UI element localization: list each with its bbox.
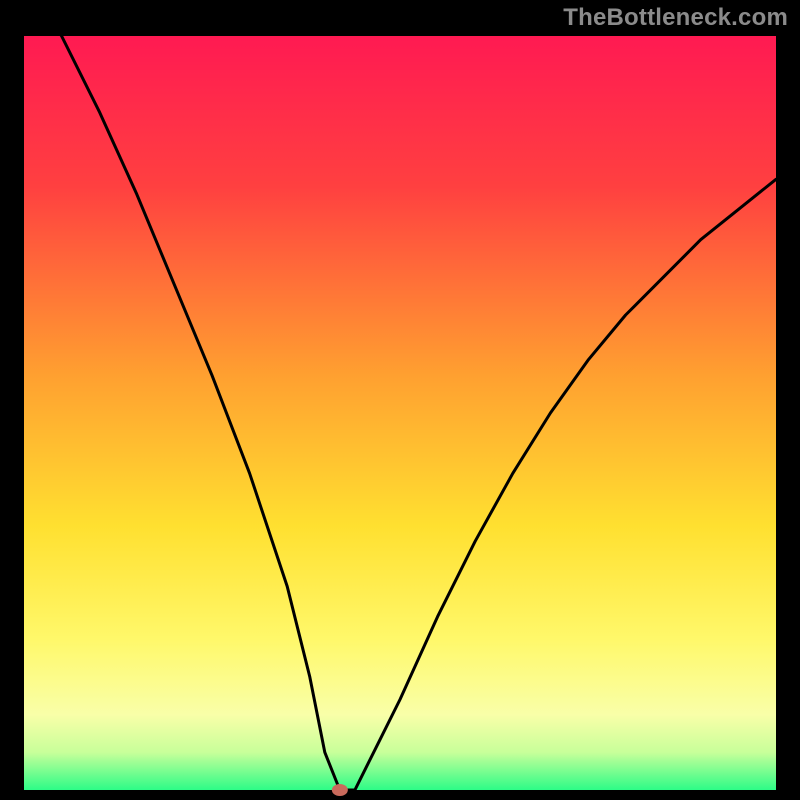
target-marker: [332, 784, 348, 796]
bottleneck-chart: [0, 0, 800, 800]
watermark-label: TheBottleneck.com: [563, 4, 788, 32]
gradient-background: [24, 36, 776, 790]
chart-frame: TheBottleneck.com: [0, 0, 800, 800]
